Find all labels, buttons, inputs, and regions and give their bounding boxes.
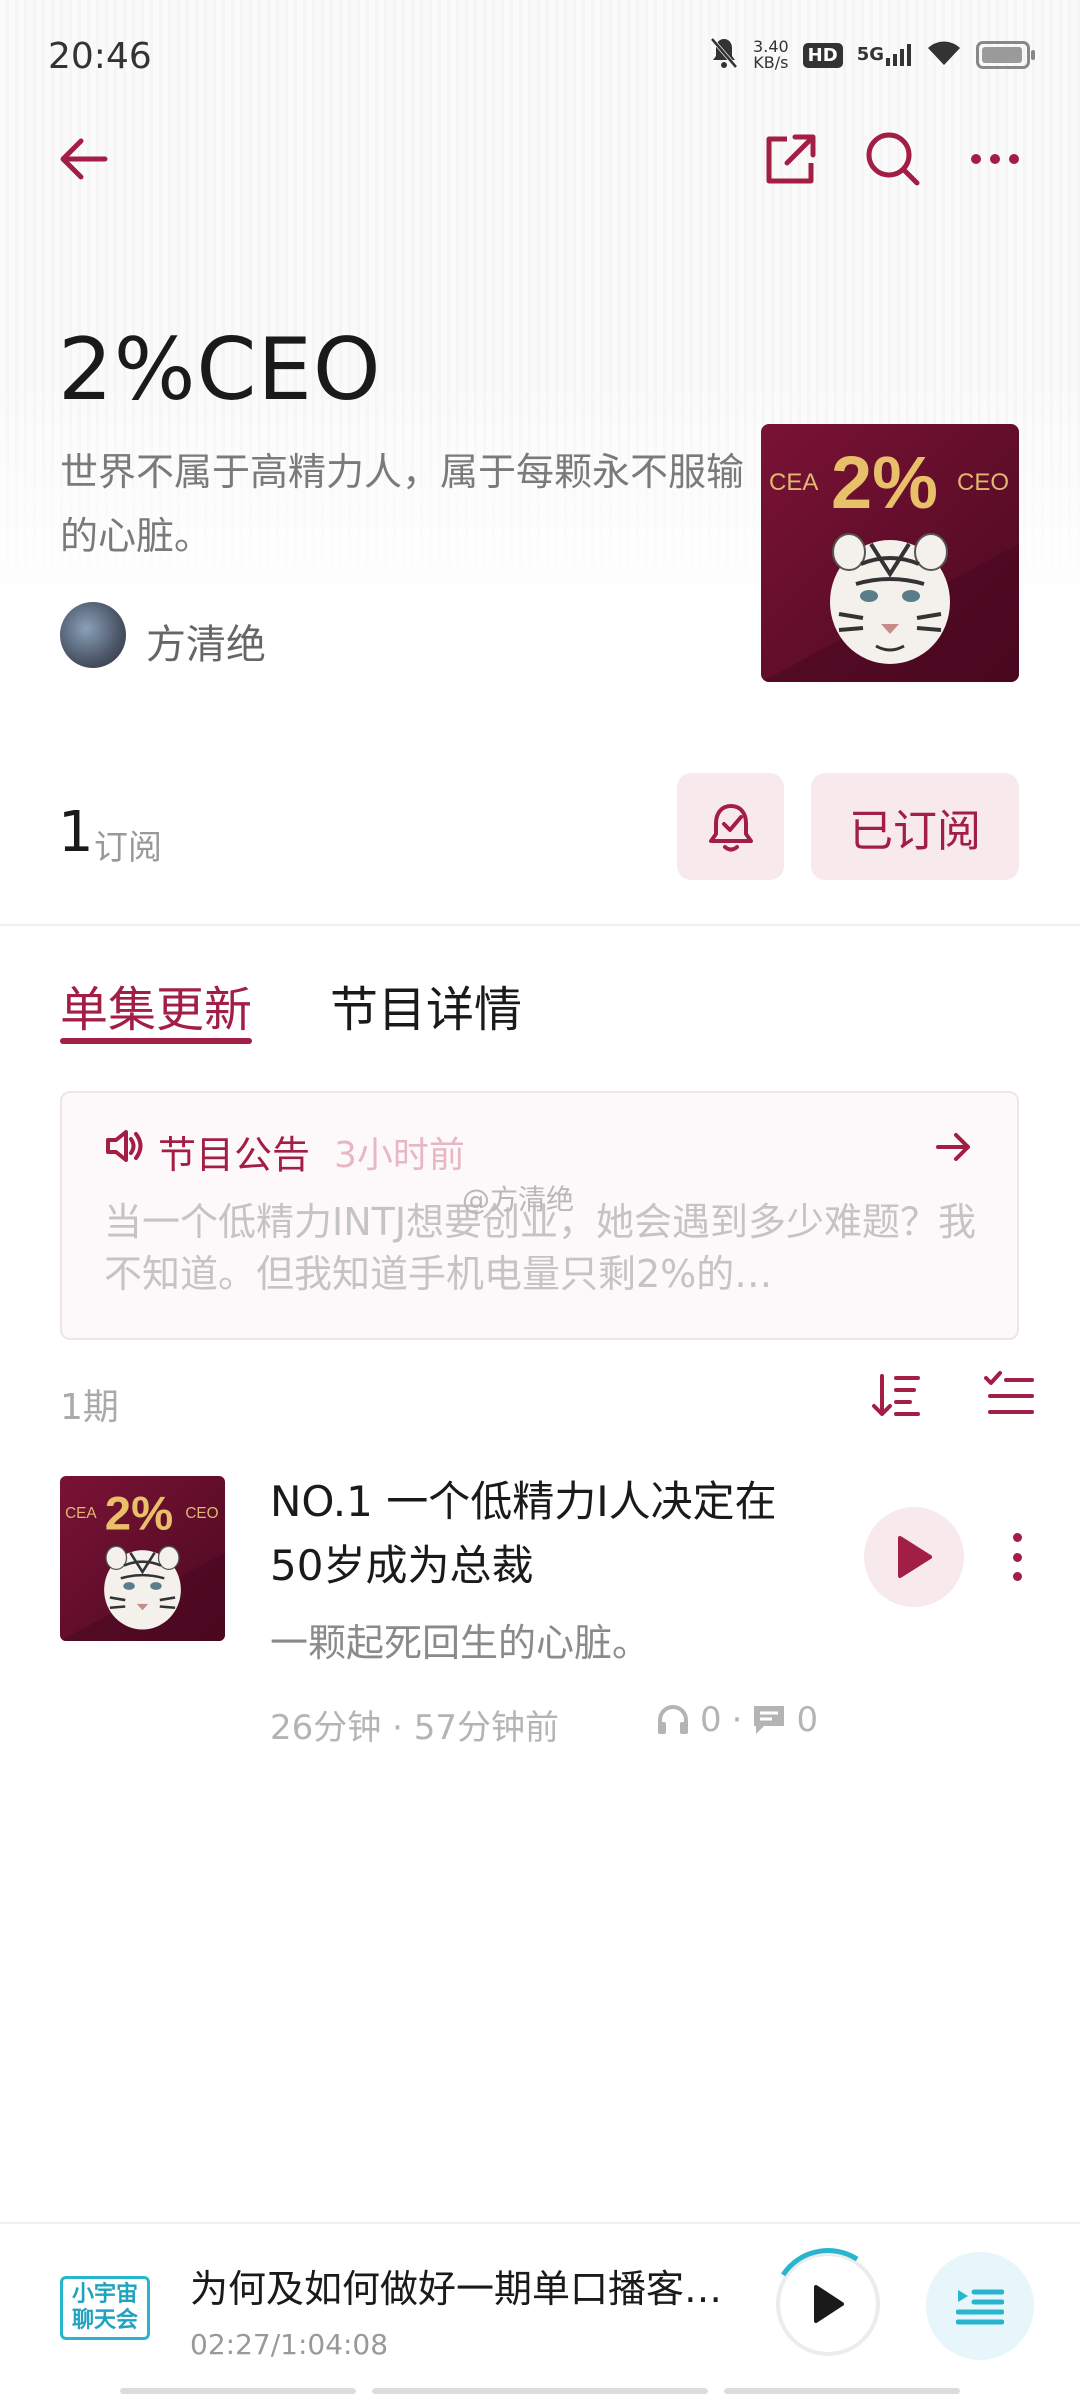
tab-details[interactable]: 节目详情 bbox=[330, 970, 522, 1040]
net-speed: 3.40 KB/s bbox=[753, 39, 789, 71]
home-indicator-center bbox=[372, 2388, 708, 2394]
subscriber-label: 订阅 bbox=[94, 828, 162, 868]
mini-player-title[interactable]: 为何及如何做好一期单口播客… bbox=[190, 2258, 740, 2313]
status-icons: 3.40 KB/s HD 5G bbox=[709, 36, 1035, 74]
episode-title[interactable]: NO.1 一个低精力I人决定在50岁成为总裁 bbox=[270, 1470, 830, 1598]
episode-plays: 0 bbox=[700, 1700, 722, 1740]
net-speed-unit: KB/s bbox=[753, 53, 789, 72]
episode-comments: 0 bbox=[796, 1700, 819, 1740]
episode-cover-text-left: CEA bbox=[65, 1505, 97, 1522]
cover-art: CEA 2% CEO bbox=[761, 441, 1019, 682]
sort-button[interactable] bbox=[870, 1370, 922, 1426]
headphones-icon bbox=[658, 1705, 688, 1734]
announcement-arrow-icon bbox=[934, 1130, 974, 1168]
hd-badge: HD bbox=[802, 42, 843, 68]
episode-duration: 26分钟 bbox=[270, 1708, 382, 1748]
wifi-icon bbox=[926, 39, 962, 71]
mini-cover-text-1: 小宇宙 bbox=[71, 2282, 138, 2307]
tab-active-indicator bbox=[60, 1038, 252, 1044]
episode-more-button[interactable] bbox=[1000, 1527, 1034, 1587]
episode-published: 57分钟前 bbox=[413, 1708, 559, 1748]
battery-icon bbox=[976, 41, 1035, 69]
back-arrow-icon bbox=[60, 138, 108, 180]
author-name[interactable]: 方清绝 bbox=[146, 612, 266, 670]
status-time: 20:46 bbox=[48, 36, 152, 77]
meta-separator: · bbox=[392, 1708, 414, 1748]
mute-icon bbox=[709, 36, 739, 74]
signal-icon: 5G bbox=[857, 44, 912, 66]
watermark: @方清绝 bbox=[462, 1183, 575, 1216]
sort-icon bbox=[872, 1374, 920, 1416]
episode-cover[interactable]: CEA 2% CEO bbox=[60, 1476, 225, 1641]
play-icon bbox=[898, 1536, 932, 1578]
search-button[interactable] bbox=[858, 124, 928, 194]
podcast-cover: CEA 2% CEO bbox=[761, 424, 1019, 682]
notification-button[interactable] bbox=[677, 773, 784, 880]
subscriber-count: 1 bbox=[58, 800, 94, 865]
home-indicator-left bbox=[120, 2388, 356, 2394]
episode-cover-text-right: CEO bbox=[185, 1505, 218, 1522]
comment-icon bbox=[754, 1706, 785, 1734]
cover-text-right: CEO bbox=[957, 469, 1009, 496]
episode-cover-text-center: 2% bbox=[105, 1488, 173, 1541]
stats-separator: · bbox=[731, 1700, 743, 1740]
cover-text-center: 2% bbox=[831, 441, 938, 524]
episode-cover-art: CEA 2% CEO bbox=[60, 1488, 225, 1641]
episode-subtitle: 一颗起死回生的心脏。 bbox=[270, 1621, 651, 1665]
tab-episodes[interactable]: 单集更新 bbox=[60, 970, 252, 1040]
playlist-button[interactable] bbox=[926, 2252, 1034, 2360]
announcement-time: 3小时前 bbox=[334, 1135, 465, 1176]
tiger-icon bbox=[104, 1545, 181, 1630]
announcement-title: 节目公告 bbox=[158, 1133, 311, 1177]
tiger-icon bbox=[830, 533, 950, 664]
multi-select-button[interactable] bbox=[982, 1370, 1034, 1426]
podcast-title: 2%CEO bbox=[58, 320, 382, 420]
podcast-description: 世界不属于高精力人，属于每颗永不服输的心脏。 bbox=[60, 450, 745, 558]
dot bbox=[1012, 1533, 1022, 1542]
episode-meta: 26分钟 · 57分钟前 bbox=[270, 1700, 559, 1749]
share-icon bbox=[766, 134, 816, 184]
more-button[interactable] bbox=[960, 124, 1030, 194]
speaker-icon bbox=[104, 1126, 144, 1170]
playlist-icon bbox=[956, 2289, 1004, 2325]
dot bbox=[1012, 1552, 1022, 1562]
dot bbox=[1012, 1572, 1022, 1581]
share-button[interactable] bbox=[756, 124, 826, 194]
more-horizontal-icon bbox=[971, 154, 1019, 164]
bell-check-icon bbox=[708, 803, 753, 851]
home-indicator-right bbox=[724, 2388, 960, 2394]
cover-text-left: CEA bbox=[769, 469, 818, 496]
section-divider bbox=[0, 924, 1080, 926]
episode-count: 1期 bbox=[60, 1387, 119, 1428]
network-type: 5G bbox=[856, 44, 884, 65]
mini-cover-text-2: 聊天会 bbox=[71, 2308, 138, 2333]
subscribed-button[interactable]: 已订阅 bbox=[811, 773, 1019, 880]
mini-player-cover[interactable]: 小宇宙 聊天会 bbox=[60, 2276, 150, 2340]
battery-fill bbox=[982, 47, 1022, 63]
episode-stats: 0 · 0 bbox=[656, 1700, 818, 1740]
episode-play-button[interactable] bbox=[864, 1507, 964, 1607]
back-button[interactable] bbox=[48, 124, 118, 194]
checklist-icon bbox=[984, 1371, 1034, 1414]
author-avatar[interactable] bbox=[60, 602, 126, 668]
mini-player-time: 02:27/1:04:08 bbox=[190, 2328, 389, 2361]
search-icon bbox=[866, 132, 920, 186]
